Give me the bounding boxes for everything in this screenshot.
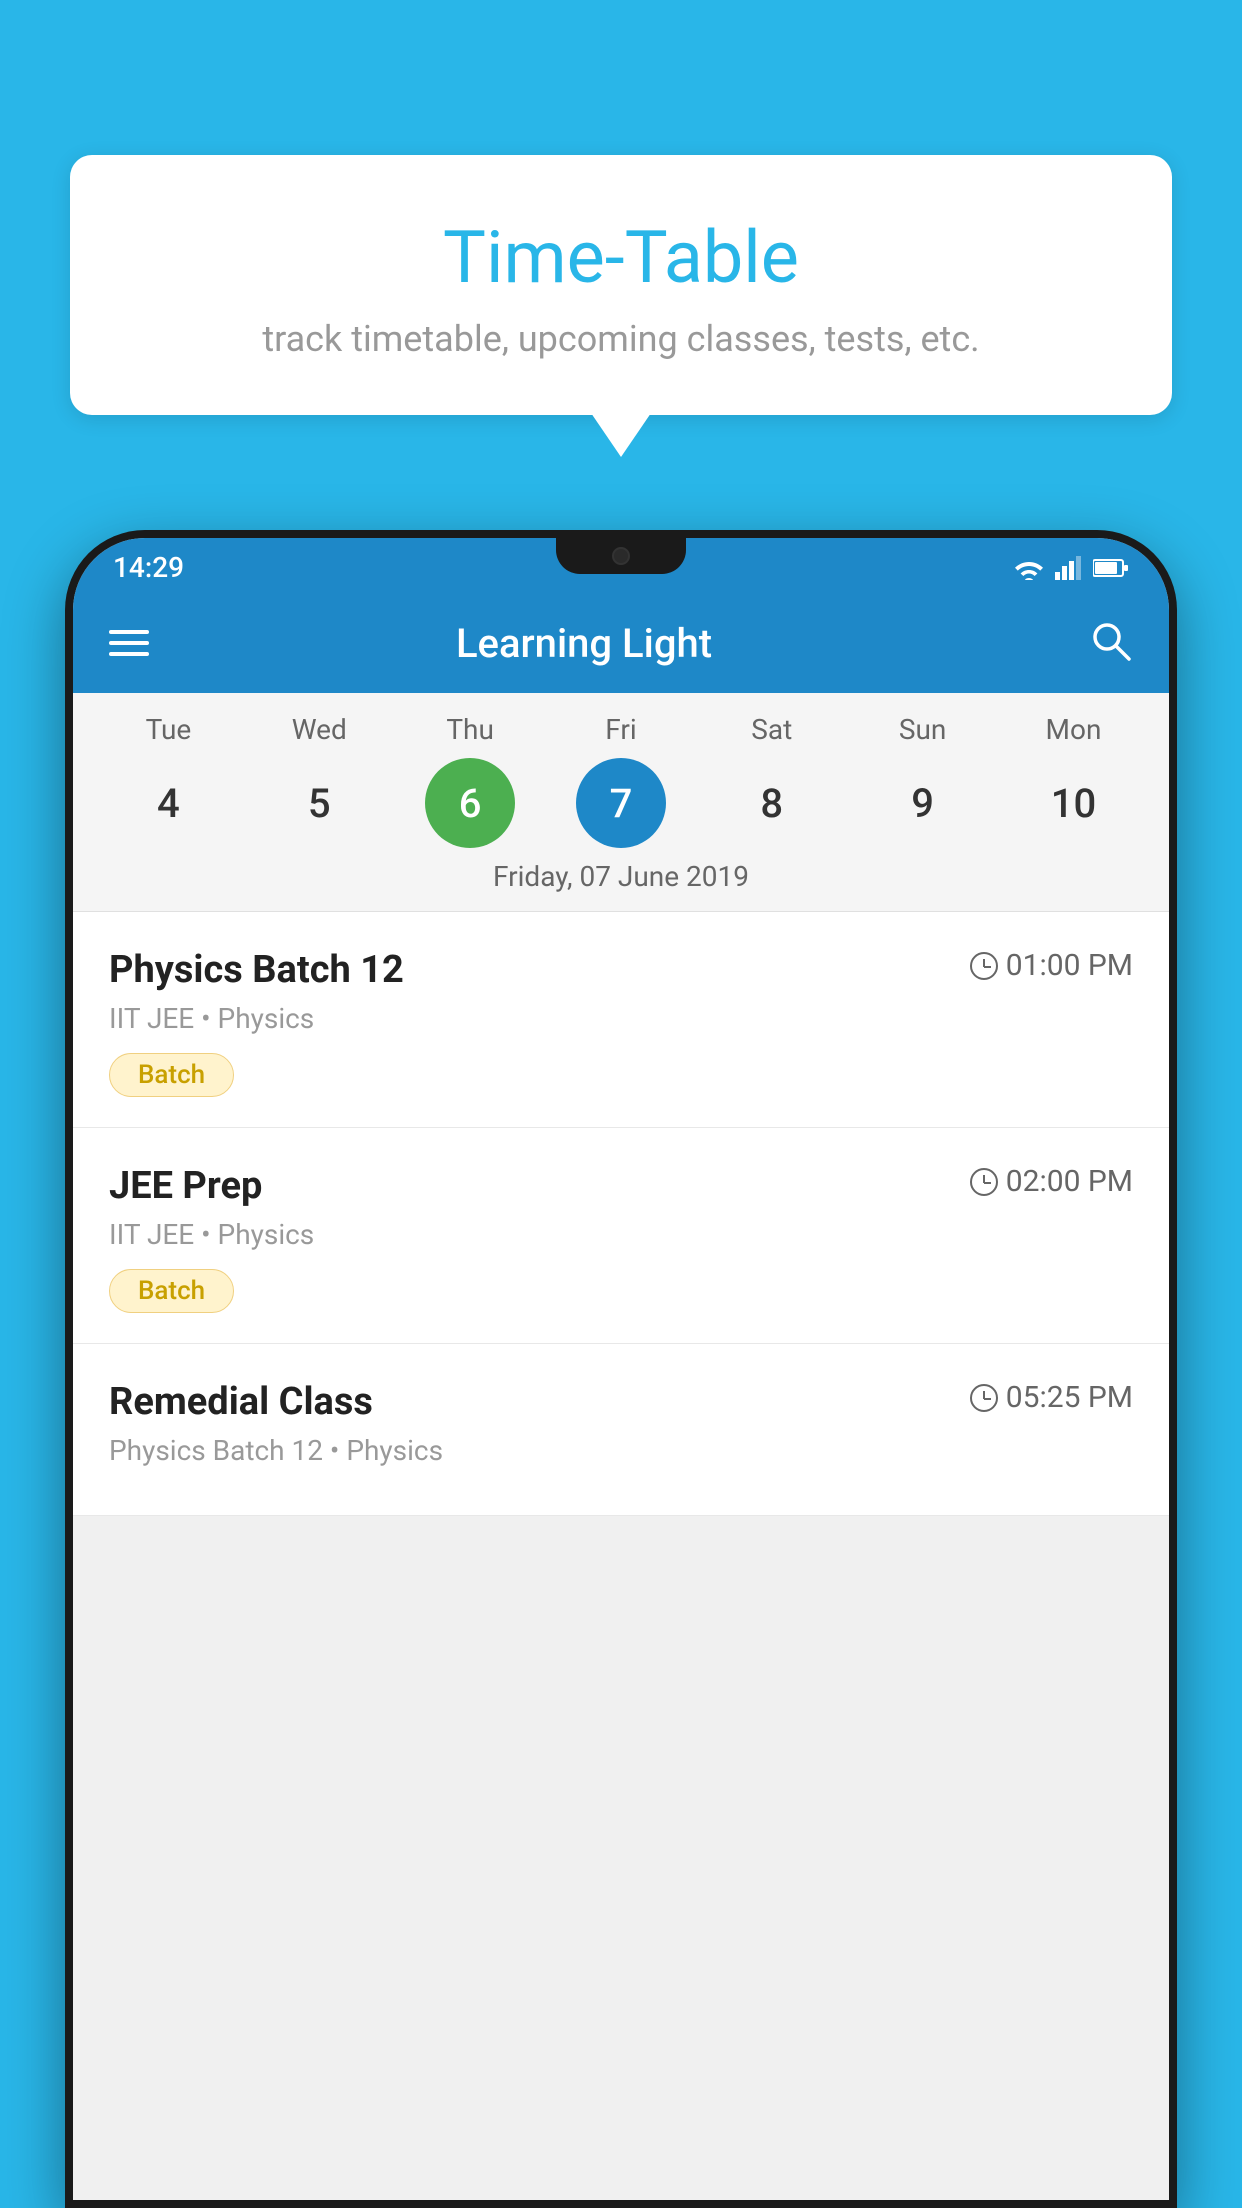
hamburger-line-3 [109,652,149,656]
signal-icon [1055,556,1083,580]
tooltip-title: Time-Table [130,215,1112,300]
wifi-icon [1013,556,1045,580]
schedule-item-3-header: Remedial Class 05:25 PM [109,1380,1133,1424]
day-header-wed: Wed [274,713,364,746]
calendar-strip: Tue Wed Thu Fri Sat Sun Mon 4 5 6 7 8 9 … [73,693,1169,912]
schedule-item-3-subtitle: Physics Batch 12 • Physics [109,1434,1133,1467]
batch-badge-1: Batch [109,1053,234,1097]
schedule-item-1-title: Physics Batch 12 [109,948,404,992]
notch [556,538,686,574]
schedule-list: Physics Batch 12 01:00 PM IIT JEE • Phys… [73,912,1169,1516]
battery-icon [1093,558,1129,578]
day-7-selected[interactable]: 7 [576,758,666,848]
hamburger-line-2 [109,641,149,645]
schedule-item-3-time: 05:25 PM [970,1380,1133,1415]
schedule-item-1-time: 01:00 PM [970,948,1133,983]
clock-icon-2 [970,1168,998,1196]
status-icons [1013,556,1129,580]
day-header-sat: Sat [727,713,817,746]
hamburger-menu-button[interactable] [109,630,149,656]
schedule-item-2-title: JEE Prep [109,1164,262,1208]
clock-icon-3 [970,1384,998,1412]
day-headers: Tue Wed Thu Fri Sat Sun Mon [73,713,1169,746]
schedule-item-1[interactable]: Physics Batch 12 01:00 PM IIT JEE • Phys… [73,912,1169,1128]
hamburger-line-1 [109,630,149,634]
schedule-item-2[interactable]: JEE Prep 02:00 PM IIT JEE • Physics Batc… [73,1128,1169,1344]
day-header-mon: Mon [1028,713,1118,746]
day-6-today[interactable]: 6 [425,758,515,848]
day-4[interactable]: 4 [123,758,213,848]
camera [612,547,630,565]
day-8[interactable]: 8 [727,758,817,848]
schedule-item-1-header: Physics Batch 12 01:00 PM [109,948,1133,992]
schedule-item-3[interactable]: Remedial Class 05:25 PM Physics Batch 12… [73,1344,1169,1516]
app-title: Learning Light [179,620,1059,667]
day-header-thu: Thu [425,713,515,746]
schedule-item-2-time: 02:00 PM [970,1164,1133,1199]
schedule-item-2-subtitle: IIT JEE • Physics [109,1218,1133,1251]
search-button[interactable] [1089,619,1133,667]
schedule-item-1-subtitle: IIT JEE • Physics [109,1002,1133,1035]
search-icon [1089,619,1133,663]
day-header-sun: Sun [878,713,968,746]
phone-frame: 14:29 [65,530,1177,2208]
schedule-item-3-title: Remedial Class [109,1380,373,1424]
schedule-item-2-header: JEE Prep 02:00 PM [109,1164,1133,1208]
phone-inner: 14:29 [73,538,1169,2200]
tooltip-subtitle: track timetable, upcoming classes, tests… [130,318,1112,360]
app-bar: Learning Light [73,593,1169,693]
status-time: 14:29 [113,551,184,584]
batch-badge-2: Batch [109,1269,234,1313]
clock-icon-1 [970,952,998,980]
day-9[interactable]: 9 [878,758,968,848]
day-header-tue: Tue [123,713,213,746]
selected-date-label: Friday, 07 June 2019 [73,848,1169,901]
day-numbers: 4 5 6 7 8 9 10 [73,758,1169,848]
tooltip-card: Time-Table track timetable, upcoming cla… [70,155,1172,415]
day-10[interactable]: 10 [1028,758,1118,848]
day-5[interactable]: 5 [274,758,364,848]
day-header-fri: Fri [576,713,666,746]
